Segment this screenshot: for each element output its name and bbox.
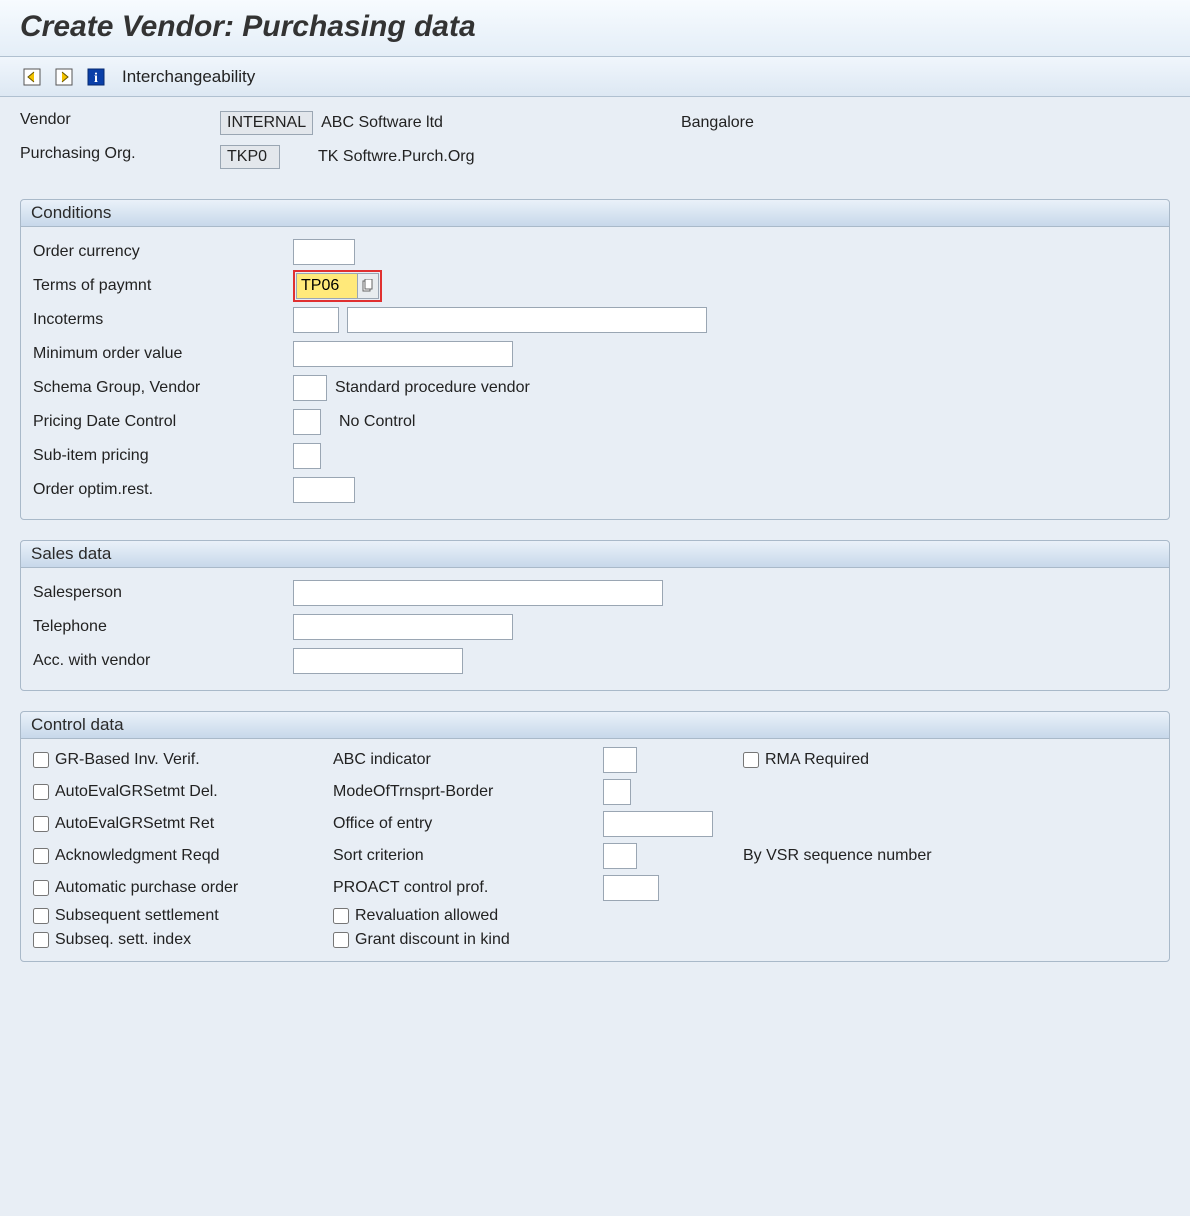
subs-settle-checkbox[interactable]: Subsequent settlement bbox=[33, 907, 333, 925]
prev-screen-icon[interactable] bbox=[20, 65, 44, 89]
proact-label: PROACT control prof. bbox=[333, 879, 603, 897]
revaluation-checkbox[interactable]: Revaluation allowed bbox=[333, 907, 1157, 925]
acc-vendor-label: Acc. with vendor bbox=[33, 652, 293, 670]
svg-text:i: i bbox=[94, 71, 98, 86]
ack-reqd-checkbox[interactable]: Acknowledgment Reqd bbox=[33, 847, 333, 865]
header-area: Vendor INTERNAL ABC Software ltd Bangalo… bbox=[20, 111, 1170, 169]
sort-criterion-input[interactable] bbox=[603, 843, 637, 869]
office-entry-label: Office of entry bbox=[333, 815, 603, 833]
mode-transport-input[interactable] bbox=[603, 779, 631, 805]
incoterms-text-input[interactable] bbox=[347, 307, 707, 333]
sort-criterion-text: By VSR sequence number bbox=[743, 847, 1157, 865]
mode-transport-label: ModeOfTrnsprt-Border bbox=[333, 783, 603, 801]
order-optim-input[interactable] bbox=[293, 477, 355, 503]
min-order-label: Minimum order value bbox=[33, 345, 293, 363]
subitem-pricing-input[interactable] bbox=[293, 443, 321, 469]
order-currency-input[interactable] bbox=[293, 239, 355, 265]
terms-paymnt-highlight bbox=[293, 270, 382, 302]
rma-required-checkbox[interactable]: RMA Required bbox=[743, 751, 1157, 769]
incoterms-label: Incoterms bbox=[33, 311, 293, 329]
subitem-pricing-label: Sub-item pricing bbox=[33, 447, 293, 465]
office-entry-input[interactable] bbox=[603, 811, 713, 837]
control-header: Control data bbox=[21, 712, 1169, 739]
auto-po-checkbox[interactable]: Automatic purchase order bbox=[33, 879, 333, 897]
salesperson-input[interactable] bbox=[293, 580, 663, 606]
pricing-date-label: Pricing Date Control bbox=[33, 413, 293, 431]
control-group: Control data GR-Based Inv. Verif. ABC in… bbox=[20, 711, 1170, 962]
pricing-date-text: No Control bbox=[339, 413, 415, 431]
sort-criterion-label: Sort criterion bbox=[333, 847, 603, 865]
sales-group: Sales data Salesperson Telephone Acc. wi… bbox=[20, 540, 1170, 691]
autoeval-ret-checkbox[interactable]: AutoEvalGRSetmt Ret bbox=[33, 815, 333, 833]
autoeval-del-checkbox[interactable]: AutoEvalGRSetmt Del. bbox=[33, 783, 333, 801]
telephone-input[interactable] bbox=[293, 614, 513, 640]
next-screen-icon[interactable] bbox=[52, 65, 76, 89]
purch-org-code-field: TKP0 bbox=[220, 145, 280, 169]
purch-org-label: Purchasing Org. bbox=[20, 145, 220, 169]
subs-index-checkbox[interactable]: Subseq. sett. index bbox=[33, 931, 333, 949]
vendor-code-field: INTERNAL bbox=[220, 111, 313, 135]
sales-header: Sales data bbox=[21, 541, 1169, 568]
vendor-label: Vendor bbox=[20, 111, 220, 135]
gr-based-checkbox[interactable]: GR-Based Inv. Verif. bbox=[33, 751, 333, 769]
incoterms-code-input[interactable] bbox=[293, 307, 339, 333]
vendor-name: ABC Software ltd bbox=[321, 114, 443, 132]
telephone-label: Telephone bbox=[33, 618, 293, 636]
title-bar: Create Vendor: Purchasing data bbox=[0, 0, 1190, 57]
toolbar: i Interchangeability bbox=[0, 57, 1190, 97]
search-help-icon bbox=[362, 279, 374, 293]
min-order-input[interactable] bbox=[293, 341, 513, 367]
acc-vendor-input[interactable] bbox=[293, 648, 463, 674]
abc-indicator-input[interactable] bbox=[603, 747, 637, 773]
grant-discount-checkbox[interactable]: Grant discount in kind bbox=[333, 931, 1157, 949]
conditions-group: Conditions Order currency Terms of paymn… bbox=[20, 199, 1170, 520]
order-optim-label: Order optim.rest. bbox=[33, 481, 293, 499]
proact-input[interactable] bbox=[603, 875, 659, 901]
order-currency-label: Order currency bbox=[33, 243, 293, 261]
purch-org-name: TK Softwre.Purch.Org bbox=[318, 148, 475, 166]
page-title: Create Vendor: Purchasing data bbox=[20, 10, 1170, 44]
schema-group-label: Schema Group, Vendor bbox=[33, 379, 293, 397]
vendor-city: Bangalore bbox=[681, 114, 754, 132]
abc-indicator-label: ABC indicator bbox=[333, 751, 603, 769]
interchangeability-button[interactable]: Interchangeability bbox=[122, 67, 255, 87]
schema-group-text: Standard procedure vendor bbox=[335, 379, 530, 397]
info-icon[interactable]: i bbox=[84, 65, 108, 89]
salesperson-label: Salesperson bbox=[33, 584, 293, 602]
pricing-date-input[interactable] bbox=[293, 409, 321, 435]
schema-group-input[interactable] bbox=[293, 375, 327, 401]
conditions-header: Conditions bbox=[21, 200, 1169, 227]
terms-paymnt-f4-button[interactable] bbox=[357, 273, 379, 299]
terms-paymnt-input[interactable] bbox=[296, 273, 358, 299]
terms-paymnt-label: Terms of paymnt bbox=[33, 277, 293, 295]
